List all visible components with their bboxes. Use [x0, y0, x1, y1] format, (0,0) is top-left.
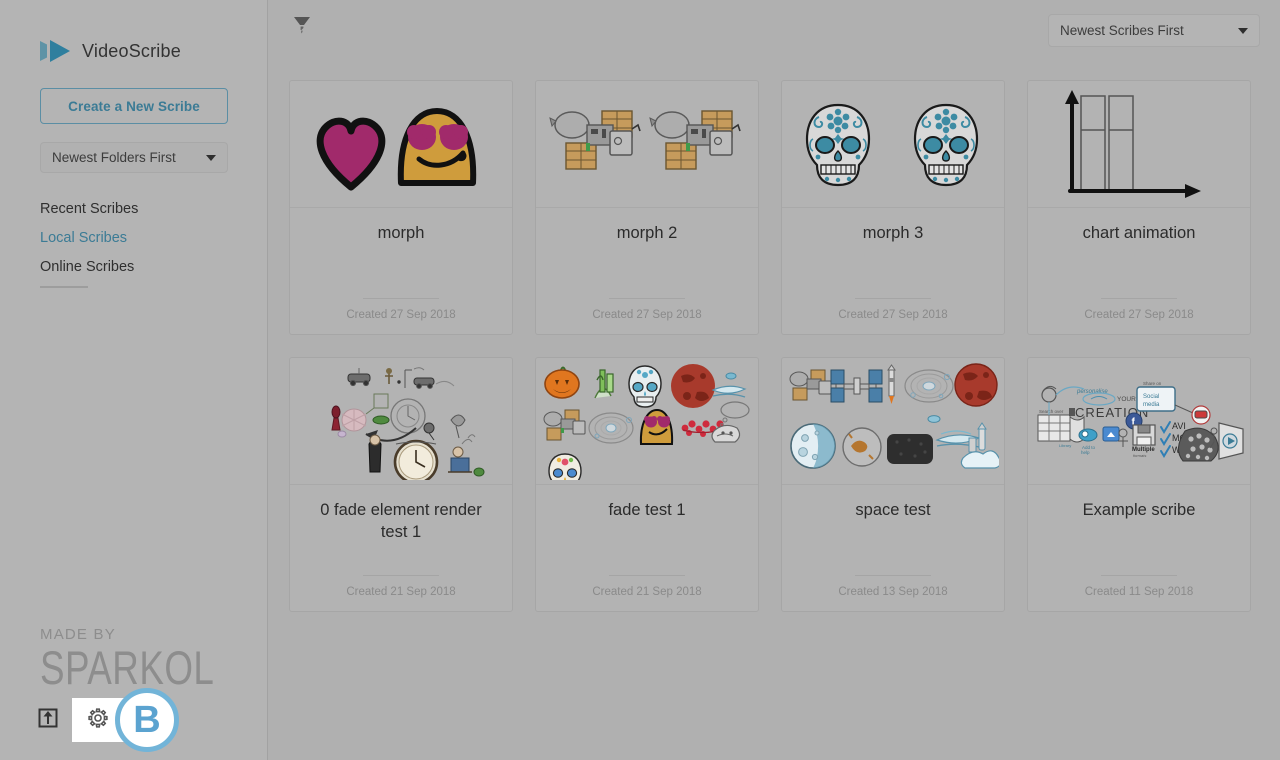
chevron-down-icon: [206, 154, 216, 161]
bar-chart-axes-thumbnail-icon: [1039, 88, 1239, 200]
card-separator: [1101, 298, 1177, 299]
whiteboard-creation-scene-thumbnail-icon: Search over Library personalise YOUR CRE…: [1033, 365, 1245, 477]
scribe-card[interactable]: chart animation Created 27 Sep 2018: [1027, 80, 1251, 335]
app-logo-text: VideoScribe: [82, 40, 181, 61]
chevron-down-icon: [1238, 27, 1248, 34]
scribe-date: Created 13 Sep 2018: [838, 586, 948, 598]
create-new-scribe-button[interactable]: Create a New Scribe: [40, 88, 228, 124]
scribe-card[interactable]: space test Created 13 Sep 2018: [781, 357, 1005, 612]
app-logo[interactable]: VideoScribe: [40, 38, 181, 64]
folder-sort-value: Newest Folders First: [52, 150, 176, 165]
scribe-date: Created 27 Sep 2018: [838, 309, 948, 321]
scribe-date: Created 21 Sep 2018: [592, 586, 702, 598]
scribes-grid: morph Created 27 Sep 2018 morph 2 Create…: [289, 80, 1259, 612]
scribe-title: Example scribe: [1082, 501, 1196, 519]
scribe-title: space test: [855, 501, 931, 519]
card-separator: [1101, 575, 1177, 576]
scribe-title: fade test 1: [608, 501, 686, 519]
scribe-card[interactable]: Search over Library personalise YOUR CRE…: [1027, 357, 1251, 612]
main-content: Newest Scribes First morph Created 27 Se…: [268, 0, 1280, 760]
svg-text:Search over: Search over: [1039, 409, 1064, 414]
svg-text:help: help: [1081, 450, 1090, 455]
scribe-date: Created 11 Sep 2018: [1084, 586, 1194, 598]
play-triangle-logo-icon: [40, 38, 72, 64]
scribe-title: morph 3: [862, 224, 924, 242]
scribe-sort-dropdown[interactable]: Newest Scribes First: [1048, 14, 1260, 47]
svg-text:AVI: AVI: [1172, 421, 1186, 431]
sidebar: VideoScribe Create a New Scribe Newest F…: [0, 0, 268, 760]
scribe-title: morph 2: [616, 224, 678, 242]
scribe-thumbnail: Search over Library personalise YOUR CRE…: [1028, 358, 1250, 485]
svg-text:media: media: [1143, 402, 1160, 408]
scribe-card-body: fade test 1 Created 21 Sep 2018: [536, 485, 758, 611]
scattered-sketch-elements-thumbnail-icon: [296, 362, 506, 480]
card-separator: [363, 575, 439, 576]
scribe-card-body: space test Created 13 Sep 2018: [782, 485, 1004, 611]
sidebar-item-recent-scribes[interactable]: Recent Scribes: [40, 198, 240, 220]
scribe-date: Created 27 Sep 2018: [1084, 309, 1194, 321]
sidebar-item-local-scribes[interactable]: Local Scribes: [40, 227, 240, 249]
scribe-card[interactable]: 0 fade element render test 1 Created 21 …: [289, 357, 513, 612]
heart-and-smiley-thumbnail-icon: [301, 87, 501, 202]
videoscribe-app: VideoScribe Create a New Scribe Newest F…: [0, 0, 1280, 760]
two-sugar-skulls-thumbnail-icon: [791, 88, 996, 200]
card-separator: [855, 298, 931, 299]
import-upload-icon: [37, 707, 59, 734]
scribe-title: morph: [377, 224, 425, 242]
content-topbar: Newest Scribes First: [268, 0, 1280, 62]
annotation-badge-b: B: [115, 688, 179, 752]
sidebar-item-online-scribes[interactable]: Online Scribes: [40, 256, 240, 278]
scribe-date: Created 27 Sep 2018: [346, 309, 456, 321]
svg-text:Share on: Share on: [1143, 381, 1162, 386]
scribe-card[interactable]: morph Created 27 Sep 2018: [289, 80, 513, 335]
sparkol-branding: MADE BY SPARKOL: [40, 626, 230, 692]
scribe-card-body: morph 3 Created 27 Sep 2018: [782, 208, 1004, 334]
scribe-card[interactable]: morph 2 Created 27 Sep 2018: [535, 80, 759, 335]
scribe-thumbnail: [782, 81, 1004, 208]
sidebar-divider: [40, 286, 88, 288]
svg-text:formats: formats: [1133, 453, 1146, 458]
card-separator: [609, 575, 685, 576]
svg-text:YOUR: YOUR: [1117, 396, 1136, 403]
scribe-thumbnail: [536, 81, 758, 208]
scribe-thumbnail: [290, 358, 512, 485]
card-separator: [855, 575, 931, 576]
scribe-thumbnail: [782, 358, 1004, 485]
scribe-card-body: 0 fade element render test 1 Created 21 …: [290, 485, 512, 611]
made-by-label: MADE BY: [40, 626, 116, 643]
scribe-card[interactable]: morph 3 Created 27 Sep 2018: [781, 80, 1005, 335]
mixed-icons-grid-thumbnail-icon: [541, 362, 753, 480]
card-separator: [363, 298, 439, 299]
scribe-thumbnail: [536, 358, 758, 485]
sparkol-wordmark: SPARKOL: [40, 642, 215, 695]
two-satellites-thumbnail-icon: [545, 89, 750, 199]
scribe-date: Created 27 Sep 2018: [592, 309, 702, 321]
svg-text:Library: Library: [1059, 443, 1071, 448]
scribe-card-body: chart animation Created 27 Sep 2018: [1028, 208, 1250, 334]
scribe-card-body: Example scribe Created 11 Sep 2018: [1028, 485, 1250, 611]
scribe-card-body: morph 2 Created 27 Sep 2018: [536, 208, 758, 334]
import-scribe-button[interactable]: [24, 698, 72, 742]
filter-funnel-icon: [292, 14, 312, 41]
gear-icon: [87, 707, 109, 734]
scribe-title: 0 fade element render test 1: [320, 501, 482, 542]
scribe-card[interactable]: fade test 1 Created 21 Sep 2018: [535, 357, 759, 612]
scribe-title: chart animation: [1082, 224, 1196, 242]
card-separator: [609, 298, 685, 299]
folder-sort-dropdown[interactable]: Newest Folders First: [40, 142, 228, 173]
scribe-thumbnail: [1028, 81, 1250, 208]
scribe-sort-value: Newest Scribes First: [1060, 23, 1184, 38]
svg-text:Social: Social: [1143, 394, 1159, 400]
scribe-date: Created 21 Sep 2018: [346, 586, 456, 598]
scribe-card-body: morph Created 27 Sep 2018: [290, 208, 512, 334]
sidebar-nav: Recent Scribes Local Scribes Online Scri…: [40, 198, 240, 285]
space-objects-thumbnail-icon: [787, 362, 999, 480]
scribe-thumbnail: [290, 81, 512, 208]
filter-button[interactable]: [288, 12, 316, 42]
